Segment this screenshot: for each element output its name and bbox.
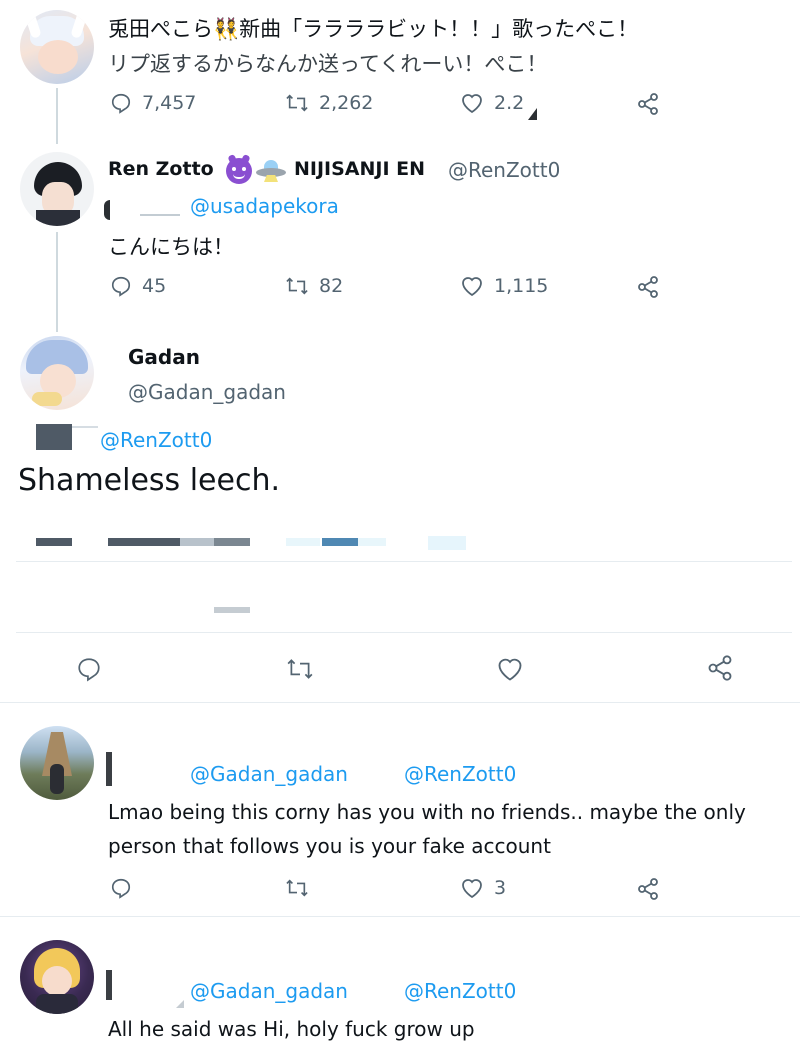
ufo-emoji-icon xyxy=(256,160,286,182)
reply2-text: All he said was Hi, holy fuck grow up xyxy=(108,1017,475,1041)
redaction-mark xyxy=(428,536,466,550)
heart-icon xyxy=(460,275,484,297)
tweet2-author-name[interactable]: Ren Zotto xyxy=(108,158,214,180)
redaction-mark xyxy=(322,538,358,546)
main-tweet-handle[interactable]: @Gadan_gadan xyxy=(128,380,286,404)
divider xyxy=(16,632,792,633)
thread-line-2 xyxy=(56,232,58,332)
tweet1-like-button[interactable]: 2.2 xyxy=(460,92,524,114)
tweet2-share-button[interactable] xyxy=(636,275,660,299)
reply2-mention-1[interactable]: @Gadan_gadan xyxy=(190,979,348,1003)
avatar-pekora[interactable] xyxy=(20,10,94,84)
share-icon xyxy=(706,654,734,682)
tweet1-text-line2: リプ返するからなんか送ってくれーい！ぺこ！ xyxy=(108,52,548,76)
main-tweet-reply-button[interactable] xyxy=(76,656,102,682)
redaction-mark xyxy=(176,1000,184,1008)
main-tweet-like-button[interactable] xyxy=(496,656,524,682)
retweet-icon xyxy=(285,92,309,114)
heart-icon xyxy=(496,656,524,682)
tweet1-like-count: 2.2 xyxy=(494,92,525,114)
redaction-mark xyxy=(106,752,112,786)
tweet2-retweet-count: 82 xyxy=(319,275,344,297)
redaction-mark xyxy=(180,538,214,546)
reply-icon xyxy=(76,656,102,682)
redaction-mark xyxy=(358,538,386,546)
tweet2-retweet-button[interactable]: 82 xyxy=(285,275,343,297)
tweet1-text-line1: 兎田ぺこら👯新曲「ララララビット！！」歌ったぺこ！ xyxy=(108,17,639,41)
avatar-gadan[interactable] xyxy=(20,336,94,410)
redaction-mark xyxy=(214,607,250,613)
heart-icon xyxy=(460,92,484,114)
divider xyxy=(0,916,800,917)
redaction-mark xyxy=(36,538,72,546)
tweet2-like-button[interactable]: 1,115 xyxy=(460,275,548,297)
tweet1-share-button[interactable] xyxy=(636,92,660,116)
share-icon xyxy=(636,275,660,299)
tweet1-reply-button[interactable]: 7,457 xyxy=(110,92,196,114)
share-icon xyxy=(636,92,660,116)
reply-icon xyxy=(110,877,132,899)
redaction-mark xyxy=(106,970,112,1000)
tweet2-org: NIJISANJI EN xyxy=(294,158,426,180)
reply1-like-count: 3 xyxy=(494,877,507,899)
avatar-ren-zotto[interactable] xyxy=(20,152,94,226)
tweet2-handle[interactable]: @RenZott0 xyxy=(448,158,560,182)
tweet1-reply-count: 7,457 xyxy=(142,92,197,114)
redaction-mark xyxy=(214,538,250,546)
redaction-mark xyxy=(72,426,98,446)
divider xyxy=(16,561,792,562)
heart-icon xyxy=(460,877,484,899)
tweet2-like-count: 1,115 xyxy=(494,275,549,297)
tweet2-reply-count: 45 xyxy=(142,275,167,297)
reply1-mention-2[interactable]: @RenZott0 xyxy=(404,762,516,786)
avatar-reply1[interactable] xyxy=(20,726,94,800)
tweet2-text: こんにちは！ xyxy=(108,235,234,259)
reply-icon xyxy=(110,92,132,114)
main-tweet-retweet-button[interactable] xyxy=(286,656,314,682)
retweet-icon xyxy=(285,877,309,899)
reply1-text-line1: Lmao being this corny has you with no fr… xyxy=(108,800,746,824)
redaction-mark xyxy=(108,538,180,546)
redaction-mark xyxy=(528,108,537,120)
thread-line-1 xyxy=(56,88,58,144)
devil-emoji-icon xyxy=(226,153,252,184)
reply1-mention-1[interactable]: @Gadan_gadan xyxy=(190,762,348,786)
main-tweet-reply-to-link[interactable]: @RenZott0 xyxy=(100,428,212,452)
main-tweet-share-button[interactable] xyxy=(706,654,734,682)
share-icon xyxy=(636,877,660,901)
divider xyxy=(0,702,800,703)
reply1-share-button[interactable] xyxy=(636,877,660,901)
redaction-mark xyxy=(286,538,320,546)
retweet-icon xyxy=(286,656,314,682)
reply-icon xyxy=(110,275,132,297)
redaction-mark xyxy=(36,424,72,450)
tweet2-reply-button[interactable]: 45 xyxy=(110,275,166,297)
reply1-like-button[interactable]: 3 xyxy=(460,877,506,899)
avatar-reply2[interactable] xyxy=(20,940,94,1014)
tweet1-retweet-button[interactable]: 2,262 xyxy=(285,92,373,114)
main-tweet-author-name[interactable]: Gadan xyxy=(128,345,200,369)
redaction-mark xyxy=(140,214,180,216)
tweet2-reply-to-link[interactable]: @usadapekora xyxy=(190,194,339,218)
redaction-mark xyxy=(104,200,174,220)
reply2-mention-2[interactable]: @RenZott0 xyxy=(404,979,516,1003)
tweet1-retweet-count: 2,262 xyxy=(319,92,374,114)
reply1-retweet-button[interactable] xyxy=(285,877,309,899)
retweet-icon xyxy=(285,275,309,297)
reply1-text-line2: person that follows you is your fake acc… xyxy=(108,834,551,858)
reply1-reply-button[interactable] xyxy=(110,877,132,899)
main-tweet-text: Shameless leech. xyxy=(18,463,281,498)
